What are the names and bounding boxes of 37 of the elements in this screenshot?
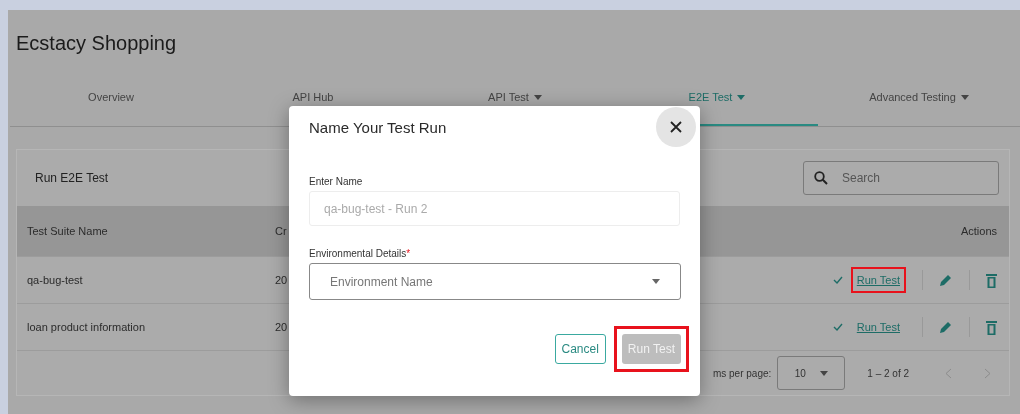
cancel-button[interactable]: Cancel xyxy=(554,334,606,364)
check-icon xyxy=(832,276,843,284)
card-title: Run E2E Test xyxy=(35,171,109,185)
field-label: Enter Name xyxy=(309,176,364,187)
column-header: Actions xyxy=(960,225,997,237)
previous-page-icon[interactable] xyxy=(945,367,952,379)
field-label: Environmental Details* xyxy=(309,248,412,259)
table-cell: loan product information xyxy=(27,321,145,333)
page-size-select[interactable]: 10 xyxy=(777,356,846,390)
caret-icon xyxy=(819,370,828,376)
search-input[interactable]: Search xyxy=(840,170,974,186)
run-test-link[interactable]: Run Test xyxy=(850,267,906,293)
trash-icon[interactable] xyxy=(986,272,997,288)
table-cell: 20 xyxy=(275,274,288,286)
nav-tab[interactable]: Overview xyxy=(10,70,212,126)
name-input[interactable]: qa-bug-test - Run 2 xyxy=(309,191,680,226)
column-header: Test Suite Name xyxy=(27,225,108,237)
pencil-icon[interactable] xyxy=(939,320,953,334)
check-icon xyxy=(832,323,843,331)
nav-tab[interactable]: Advanced Testing xyxy=(818,70,1020,126)
next-page-icon[interactable] xyxy=(984,367,991,379)
dialog-title: Name Your Test Run xyxy=(309,118,447,136)
column-header: Cr xyxy=(275,225,287,237)
search-field[interactable]: Search xyxy=(803,161,999,195)
run-test-link[interactable]: Run Test xyxy=(850,314,906,340)
table-cell: 20 xyxy=(275,321,288,333)
search-icon xyxy=(814,171,828,185)
page-range: 1 – 2 of 2 xyxy=(867,367,909,379)
caret-icon xyxy=(652,279,660,284)
table-cell: qa-bug-test xyxy=(27,274,83,286)
page-title: Ecstacy Shopping xyxy=(15,31,178,56)
items-per-page-label: ms per page: xyxy=(712,367,772,379)
environment-select[interactable]: Environment Name xyxy=(309,263,681,300)
pencil-icon[interactable] xyxy=(939,273,953,287)
trash-icon[interactable] xyxy=(986,319,997,335)
close-button[interactable] xyxy=(656,107,696,147)
close-icon xyxy=(670,121,682,133)
